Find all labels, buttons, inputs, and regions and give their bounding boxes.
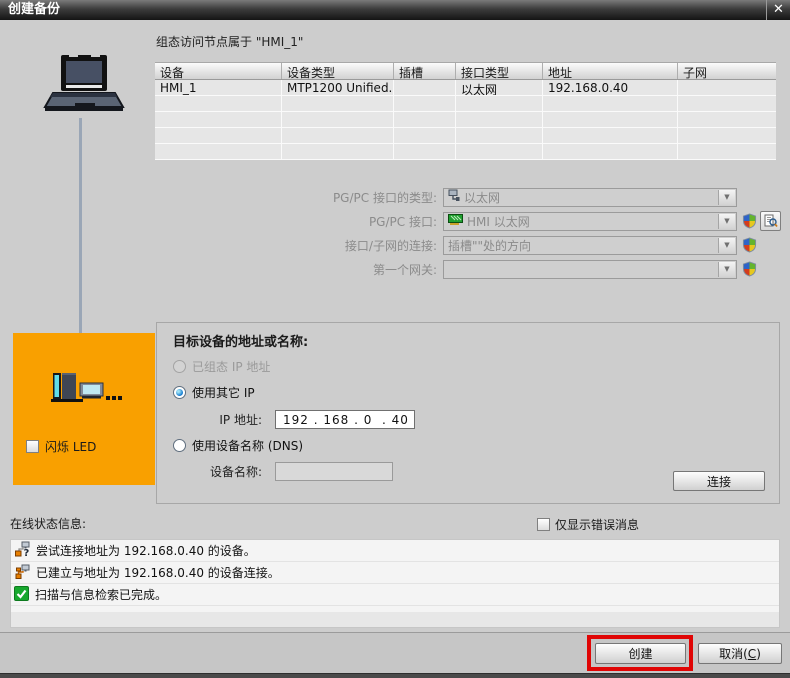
ip-address-row: IP 地址: (173, 410, 415, 429)
message-list-footer (11, 612, 779, 627)
access-nodes-table: 设备 设备类型 插槽 接口类型 地址 子网 HMI_1 MTP1200 Unif… (155, 62, 776, 160)
scan-complete-icon (14, 585, 29, 604)
status-message-row[interactable]: 扫描与信息检索已完成。 (11, 584, 779, 606)
pgpc-interface-type-label: PG/PC 接口的类型: (332, 190, 437, 205)
create-backup-dialog: 创建备份 ✕ 组态访问节点属于 "HMI_1" 设备 设备类型 插槽 接口类型 … (0, 0, 790, 678)
dialog-title: 创建备份 (8, 2, 61, 17)
device-name-input[interactable] (275, 462, 393, 481)
cell-slot (394, 80, 456, 95)
table-row[interactable]: HMI_1 MTP1200 Unified... 以太网 192.168.0.4… (155, 80, 776, 96)
cell-interface-type: 以太网 (456, 80, 543, 95)
configured-ip-option: 已组态 IP 地址 (173, 358, 270, 375)
close-icon[interactable]: ✕ (766, 0, 790, 20)
pgpc-interface-row: PG/PC 接口: HMI 以太网 ▼ (230, 211, 781, 231)
device-name-row: 设备名称: (173, 462, 393, 481)
browse-interfaces-button[interactable] (760, 211, 781, 231)
connect-button[interactable]: 连接 (673, 471, 765, 491)
table-empty-row (155, 96, 776, 112)
subnet-connection-select[interactable]: 插槽""处的方向 ▼ (443, 235, 737, 255)
errors-only-checkbox[interactable] (537, 518, 550, 531)
device-name-radio[interactable] (173, 439, 186, 452)
shield-icon (742, 237, 757, 253)
status-message-row[interactable]: 已建立与地址为 192.168.0.40 的设备连接。 (11, 562, 779, 584)
chevron-down-icon[interactable]: ▼ (718, 237, 735, 253)
cancel-button[interactable]: 取消(C) (698, 643, 782, 664)
chevron-down-icon[interactable]: ▼ (718, 213, 735, 229)
device-name-label: 设备名称: (209, 465, 262, 479)
column-header-device-type[interactable]: 设备类型 (282, 63, 394, 79)
laptop-icon (38, 53, 128, 122)
pgpc-interface-label: PG/PC 接口: (368, 214, 437, 229)
status-message-list: ? 尝试连接地址为 192.168.0.40 的设备。 已建立与地址为 192.… (10, 539, 780, 628)
target-address-section: 目标设备的地址或名称: 已组态 IP 地址 使用其它 IP IP 地址: 使用设… (156, 322, 780, 504)
other-ip-label: 使用其它 IP (192, 386, 255, 400)
cell-subnet (678, 80, 776, 95)
device-name-option-label: 使用设备名称 (DNS) (192, 439, 304, 453)
pgpc-interface-select[interactable]: HMI 以太网 ▼ (443, 211, 737, 231)
ip-address-label: IP 地址: (219, 413, 262, 427)
ethernet-plug-icon (448, 189, 460, 205)
status-message-text: 扫描与信息检索已完成。 (35, 588, 168, 602)
status-message-row[interactable]: ? 尝试连接地址为 192.168.0.40 的设备。 (11, 540, 779, 562)
create-button[interactable]: 创建 (595, 643, 686, 664)
device-name-option: 使用设备名称 (DNS) (173, 437, 303, 454)
cell-address: 192.168.0.40 (543, 80, 678, 95)
subnet-connection-row: 接口/子网的连接: 插槽""处的方向 ▼ (230, 235, 757, 255)
online-status-label: 在线状态信息: (10, 517, 87, 531)
other-ip-radio[interactable] (173, 386, 186, 399)
status-message-text: 已建立与地址为 192.168.0.40 的设备连接。 (36, 566, 280, 580)
cell-device-type: MTP1200 Unified... (282, 80, 394, 95)
configured-ip-radio[interactable] (173, 360, 186, 373)
connect-attempt-icon: ? (14, 541, 30, 560)
target-section-title: 目标设备的地址或名称: (173, 335, 309, 350)
configured-ip-label: 已组态 IP 地址 (192, 360, 271, 374)
column-header-slot[interactable]: 插槽 (394, 63, 456, 79)
hmi-device-icon (51, 371, 131, 406)
first-gateway-label: 第一个网关: (372, 262, 437, 277)
table-empty-row (155, 144, 776, 160)
connection-established-icon (14, 563, 30, 582)
chevron-down-icon[interactable]: ▼ (718, 189, 735, 205)
column-header-interface-type[interactable]: 接口类型 (456, 63, 543, 79)
target-device-panel: 闪烁 LED (13, 333, 155, 485)
ip-address-input[interactable] (275, 410, 415, 429)
pgpc-interface-type-select[interactable]: 以太网 ▼ (443, 187, 737, 207)
bottom-edge-bar (0, 673, 790, 678)
shield-icon (742, 261, 757, 277)
errors-only-option: 仅显示错误消息 (537, 516, 639, 533)
pgpc-interface-value: HMI 以太网 (467, 214, 530, 229)
column-header-device[interactable]: 设备 (155, 63, 282, 79)
flash-led-checkbox[interactable] (26, 440, 39, 453)
connection-line (79, 118, 82, 358)
title-bar: 创建备份 ✕ (0, 0, 790, 20)
shield-icon (742, 213, 757, 229)
cell-device: HMI_1 (155, 80, 282, 95)
other-ip-option: 使用其它 IP (173, 384, 255, 401)
subnet-connection-value: 插槽""处的方向 (448, 238, 532, 253)
access-nodes-caption: 组态访问节点属于 "HMI_1" (156, 35, 304, 49)
network-card-icon (448, 213, 463, 229)
flash-led-label: 闪烁 LED (45, 440, 97, 454)
chevron-down-icon[interactable]: ▼ (718, 261, 735, 277)
svg-text:?: ? (24, 548, 30, 557)
errors-only-label: 仅显示错误消息 (555, 518, 640, 532)
first-gateway-select[interactable]: ▼ (443, 259, 737, 279)
column-header-address[interactable]: 地址 (543, 63, 678, 79)
status-message-text: 尝试连接地址为 192.168.0.40 的设备。 (36, 544, 256, 558)
pgpc-interface-type-value: 以太网 (464, 190, 501, 205)
table-empty-row (155, 112, 776, 128)
column-header-subnet[interactable]: 子网 (678, 63, 776, 79)
flash-led-option: 闪烁 LED (26, 438, 96, 455)
subnet-connection-label: 接口/子网的连接: (344, 238, 437, 253)
first-gateway-row: 第一个网关: ▼ (230, 259, 757, 279)
pgpc-interface-type-row: PG/PC 接口的类型: 以太网 ▼ (230, 187, 737, 207)
table-header-row: 设备 设备类型 插槽 接口类型 地址 子网 (155, 62, 776, 80)
table-empty-row (155, 128, 776, 144)
